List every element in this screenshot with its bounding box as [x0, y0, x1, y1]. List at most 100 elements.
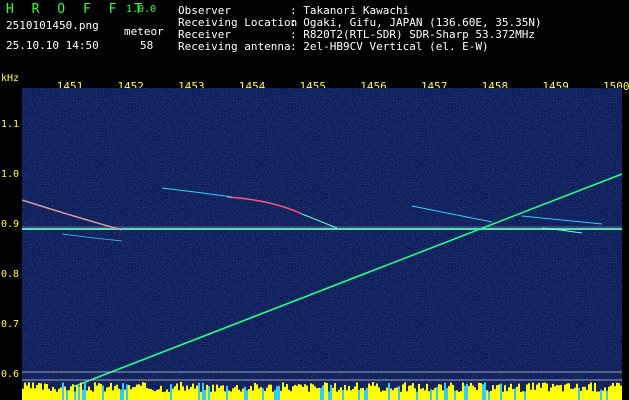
- baseline-bar: [274, 389, 276, 400]
- baseline-bar: [588, 384, 590, 400]
- baseline-bar: [172, 388, 174, 400]
- baseline-bar: [250, 386, 252, 400]
- baseline-bar: [390, 388, 392, 400]
- baseline-bar: [470, 382, 472, 400]
- baseline-bar: [576, 383, 578, 400]
- baseline-bar: [270, 384, 272, 400]
- baseline-bar: [490, 390, 492, 400]
- baseline-bar: [504, 385, 506, 400]
- baseline-bar: [108, 386, 110, 400]
- baseline-bar: [326, 382, 328, 400]
- baseline-bar: [102, 385, 104, 400]
- baseline-bar: [322, 385, 324, 400]
- baseline-bar: [56, 391, 58, 400]
- baseline-bar: [312, 384, 314, 400]
- y-tick-label: 0.9: [1, 219, 20, 230]
- baseline-bar: [388, 383, 390, 400]
- baseline-bar: [242, 388, 244, 400]
- y-axis-unit: kHz: [1, 73, 20, 84]
- baseline-bar: [94, 382, 96, 400]
- baseline-bar: [280, 390, 282, 400]
- baseline-bar: [362, 387, 364, 400]
- baseline-bar: [160, 385, 162, 400]
- baseline-bar: [382, 390, 384, 400]
- baseline-bar: [482, 384, 484, 400]
- baseline-bar: [394, 387, 396, 400]
- baseline-bar: [598, 391, 600, 400]
- y-tick-label: 0.6: [1, 369, 20, 380]
- baseline-bar: [556, 384, 558, 400]
- baseline-bar: [610, 385, 612, 400]
- baseline-bar: [164, 391, 166, 400]
- baseline-bar: [252, 390, 254, 400]
- baseline-bar: [276, 386, 278, 400]
- baseline-bar: [174, 386, 176, 400]
- baseline-bar: [134, 387, 136, 400]
- baseline-bar: [84, 382, 86, 400]
- baseline-bar: [488, 391, 490, 400]
- baseline-bar: [90, 390, 92, 400]
- baseline-bar: [620, 385, 622, 400]
- baseline-bar: [402, 384, 404, 400]
- baseline-bar: [532, 382, 534, 400]
- baseline-bar: [356, 382, 358, 400]
- baseline-bar: [492, 385, 494, 400]
- baseline-bar: [28, 382, 30, 400]
- antenna-label: Receiving antenna: [178, 40, 291, 53]
- baseline-bar: [340, 387, 342, 400]
- baseline-bar: [282, 382, 284, 400]
- y-tick-label: 1.0: [1, 169, 20, 180]
- baseline-bar: [140, 385, 142, 400]
- baseline-bar: [316, 388, 318, 400]
- baseline-bar: [166, 389, 168, 400]
- baseline-bar: [230, 391, 232, 400]
- baseline-bar: [424, 390, 426, 400]
- baseline-bar: [456, 390, 458, 400]
- baseline-bar: [454, 390, 456, 400]
- baseline-bar: [510, 383, 512, 400]
- baseline-bar: [434, 387, 436, 400]
- baseline-bar: [344, 384, 346, 400]
- baseline-bar: [86, 390, 88, 400]
- baseline-bar: [570, 388, 572, 400]
- baseline-bar: [126, 384, 128, 400]
- baseline-bar: [78, 386, 80, 400]
- baseline-bar: [48, 388, 50, 400]
- baseline-bar: [420, 388, 422, 400]
- baseline-bar: [200, 391, 202, 400]
- baseline-bar: [202, 382, 204, 400]
- baseline-bar: [384, 390, 386, 400]
- baseline-bar: [136, 384, 138, 400]
- baseline-bar: [414, 388, 416, 400]
- baseline-bar: [542, 382, 544, 400]
- baseline-bar: [540, 387, 542, 400]
- baseline-bar: [550, 387, 552, 400]
- baseline-bar: [278, 385, 280, 400]
- baseline-bar: [508, 387, 510, 400]
- baseline-bar: [520, 391, 522, 400]
- baseline-bar: [266, 387, 268, 400]
- baseline-bar: [268, 384, 270, 400]
- baseline-bar: [290, 391, 292, 400]
- baseline-bar: [438, 384, 440, 400]
- baseline-bar: [288, 389, 290, 400]
- baseline-bar: [54, 389, 56, 400]
- baseline-bar: [284, 386, 286, 400]
- baseline-bar: [218, 387, 220, 400]
- baseline-bar: [494, 389, 496, 400]
- baseline-bar: [52, 386, 54, 400]
- baseline-bar: [188, 389, 190, 400]
- baseline-bar: [546, 383, 548, 400]
- baseline-bar: [244, 386, 246, 400]
- baseline-bar: [178, 390, 180, 400]
- baseline-bar: [386, 387, 388, 400]
- baseline-bar: [294, 384, 296, 400]
- baseline-bar: [210, 391, 212, 400]
- baseline-bar: [460, 391, 462, 400]
- baseline-bar: [518, 383, 520, 400]
- baseline-bar: [396, 387, 398, 400]
- baseline-bar: [416, 391, 418, 400]
- baseline-bar: [500, 383, 502, 400]
- waterfall-spectrogram: [22, 88, 622, 400]
- baseline-bar: [580, 390, 582, 400]
